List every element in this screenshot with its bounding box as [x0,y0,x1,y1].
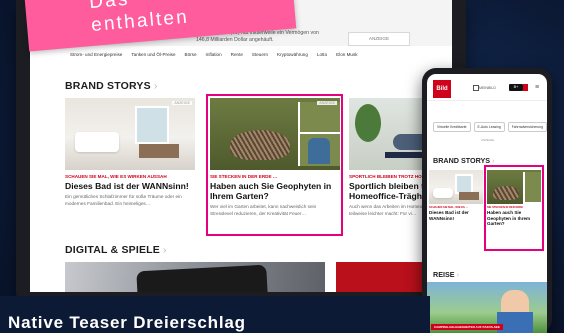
digital-teaser-image[interactable] [65,262,325,292]
ad-chip[interactable]: E-Auto Leasing [473,122,505,132]
phone-mockup: Bild MEINBILD B+ ≡ Virtuelle Kreditkarte… [422,68,552,333]
reise-heading[interactable]: REISE › [433,270,459,279]
phone-screen: Bild MEINBILD B+ ≡ Virtuelle Kreditkarte… [427,74,547,333]
caption-title: Native Teaser Dreierschlag [8,313,246,332]
digital-spiele-heading[interactable]: DIGITAL & SPIELE › [65,244,167,256]
topic-link[interactable]: Steuern [252,52,268,66]
teaser-card-bath[interactable]: ANZEIGE SCHAUEN SIE MAL, WIE ES WIRKEN A… [65,98,195,207]
topic-link[interactable]: Strom- und Energiepreise [70,52,122,66]
highlight-frame [484,165,544,251]
teaser-title[interactable]: Dieses Bad ist der WANNsinn! [429,210,483,221]
topic-link[interactable]: Kryptowährung [277,52,308,66]
topic-link[interactable]: Tanken und Öl-Preise [131,52,175,66]
bathroom-image: ANZEIGE [65,98,195,170]
ad-label: ANZEIGE [172,101,192,105]
hamburger-menu-icon[interactable]: ≡ [535,84,539,91]
chevron-right-icon: › [163,244,167,256]
meinbild-link[interactable]: MEINBILD [479,86,496,90]
topic-nav: Strom- und Energiepreise Tanken und Öl-P… [30,52,452,66]
bild-logo[interactable]: Bild [433,80,451,98]
ad-chip[interactable]: Virtuelle Kreditkarte [433,122,471,132]
topic-link[interactable]: Lotto [317,52,327,66]
brand-storys-label: BRAND STORYS [65,80,151,92]
ad-chip[interactable]: Fahrradversicherung [507,122,547,132]
teaser-card-bath[interactable]: SCHAUEN SIE MAL, WIE ES … Dieses Bad ist… [429,170,483,221]
brand-storys-heading[interactable]: BRAND STORYS › [65,80,158,92]
reise-label: REISE [433,270,455,279]
chevron-right-icon: › [492,156,495,165]
topic-link[interactable]: Elon Musk [336,52,357,66]
phone-header: Bild MEINBILD B+ ≡ [427,74,547,101]
teaser-kicker: SCHAUEN SIE MAL, WIE ES WIRKEN AUSSAH [65,174,167,179]
ad-button[interactable]: ANZEIGE [348,32,410,46]
travel-kicker: CAMPING-GELEGENHEITEN AUF PAXOS-SEE [431,324,503,330]
teaser-title[interactable]: Dieses Bad ist der WANNsinn! [65,181,195,191]
chevron-right-icon: › [153,80,158,92]
promo-graphic: ür die Krypto-Strategie vor. Gautam Adan… [0,0,564,333]
ad-label: ANZEIGE [481,138,495,142]
chevron-right-icon: › [456,270,459,279]
teaser-kicker: SCHAUEN SIE MAL, WIE ES … [429,206,469,209]
topic-link[interactable]: Inflation [206,52,222,66]
brand-storys-label: BRAND STORYS [433,156,491,165]
teaser-description: Ein gemütliches Schlafzimmer für süße Tr… [65,194,182,206]
digital-spiele-label: DIGITAL & SPIELE [65,244,160,256]
topic-link[interactable]: Börse [185,52,197,66]
brand-storys-heading[interactable]: BRAND STORYS › [433,156,495,165]
highlight-frame [206,94,343,236]
topic-link[interactable]: Rente [231,52,243,66]
bild-plus-logo[interactable]: B+ [509,84,528,91]
bathroom-image [429,170,483,204]
ad-chip-row: Virtuelle Kreditkarte E-Auto Leasing Fah… [433,122,547,132]
